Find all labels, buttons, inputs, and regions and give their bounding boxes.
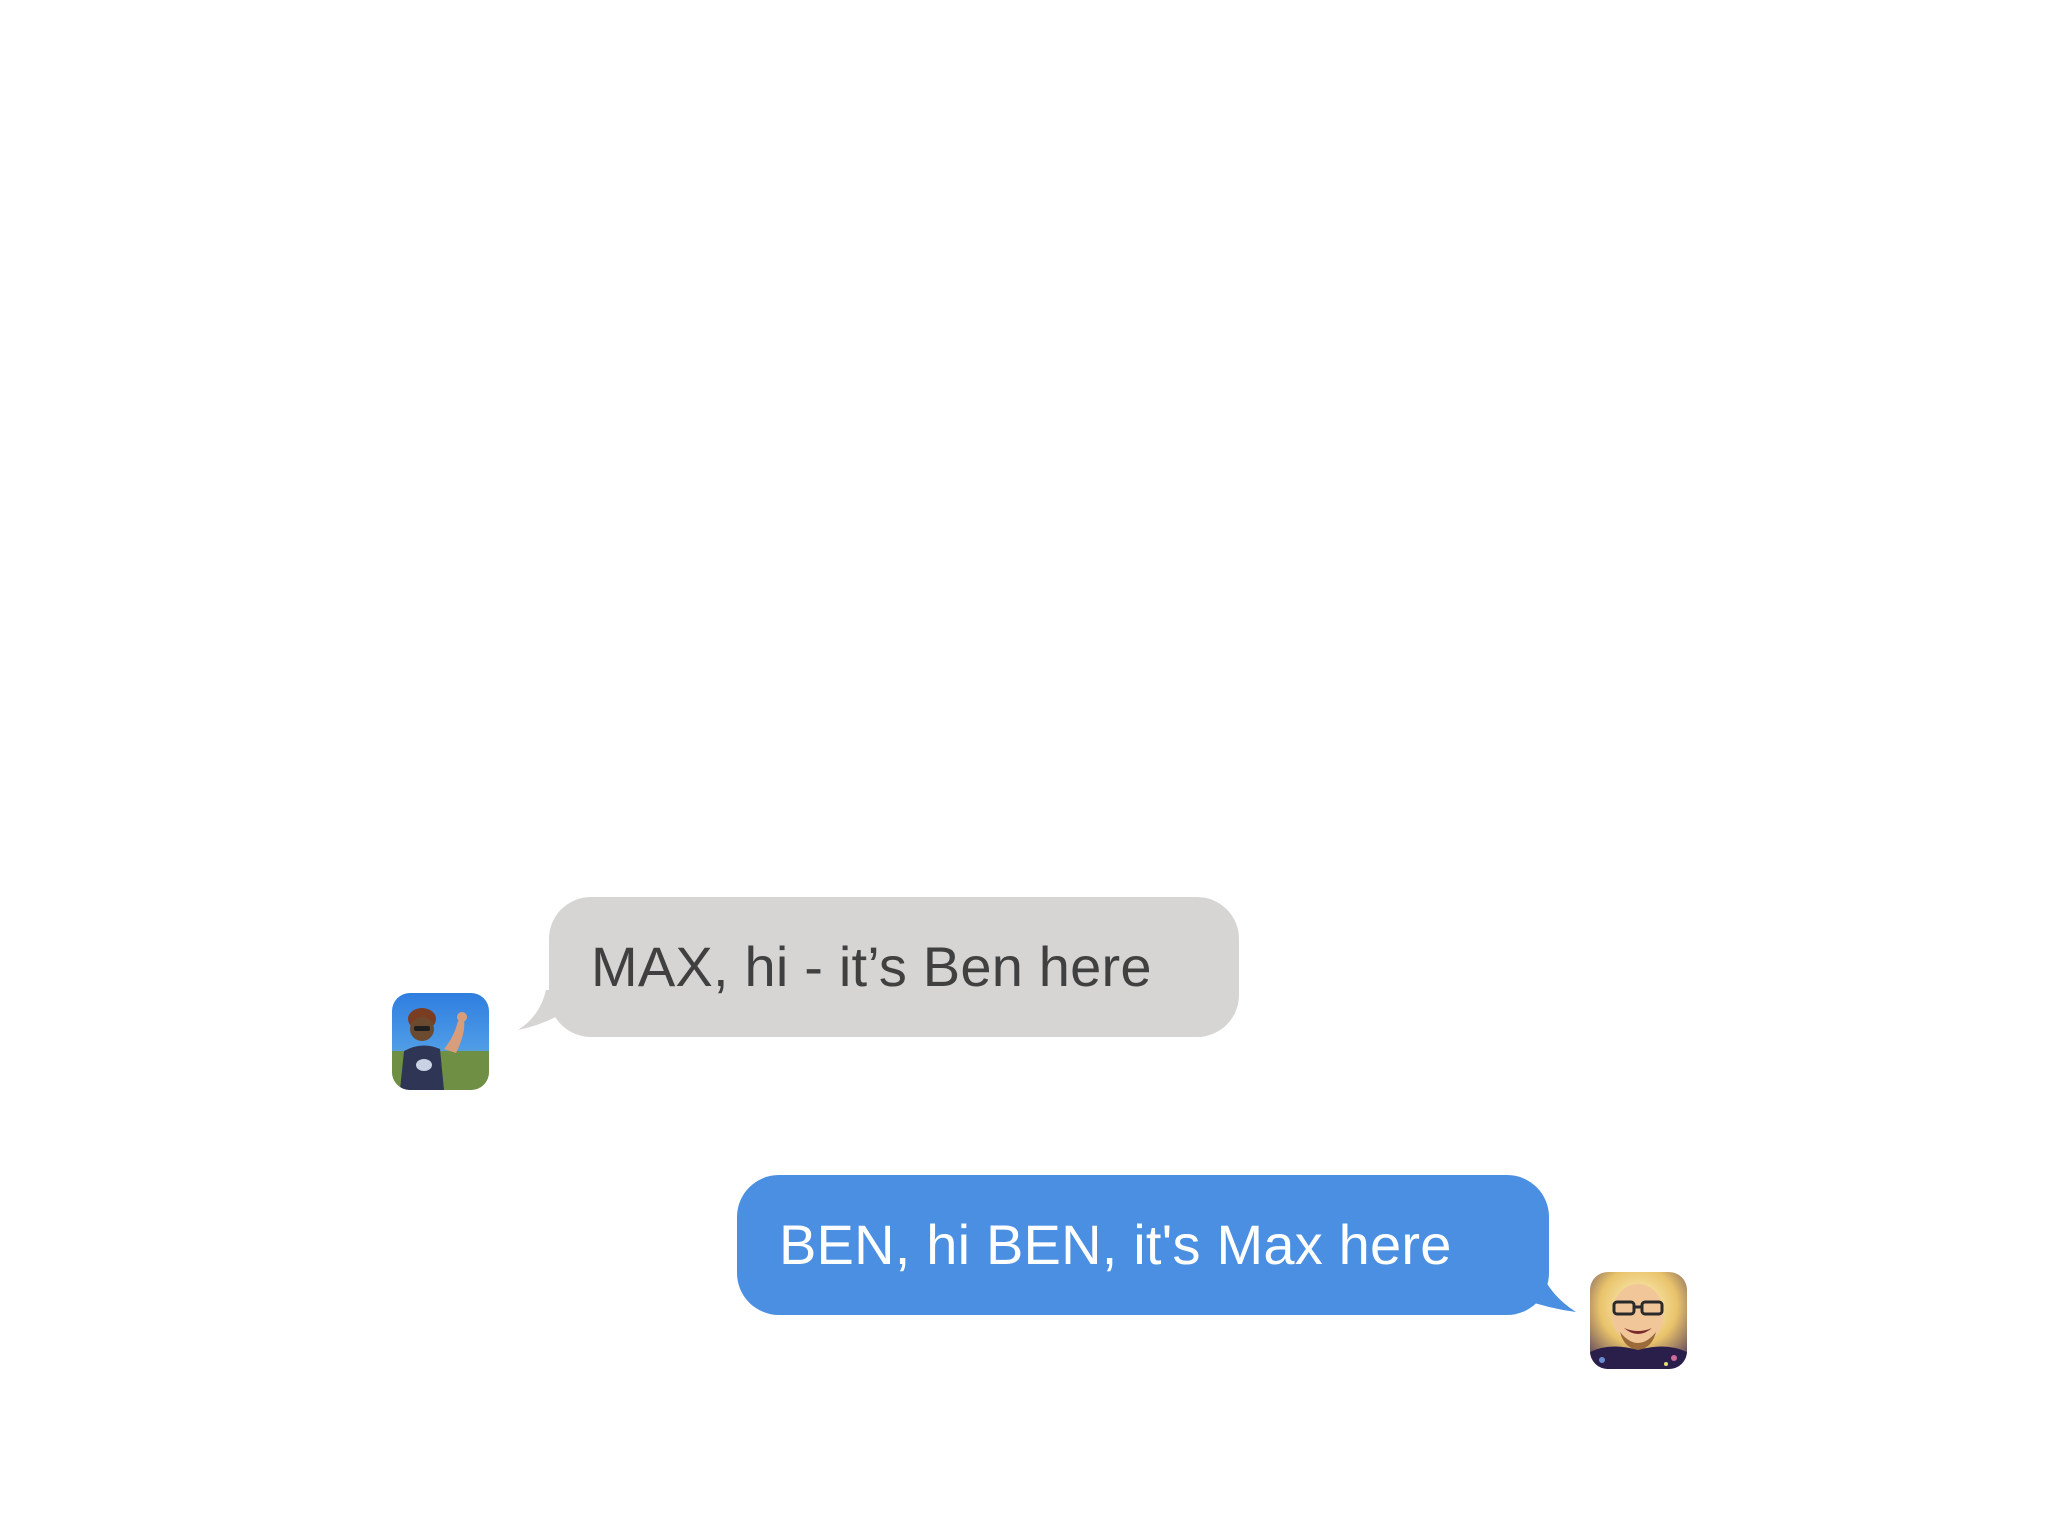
max-avatar[interactable]: [1590, 1272, 1687, 1369]
incoming-message-text: MAX, hi - it’s Ben here: [591, 935, 1152, 998]
outgoing-bubble-tail: [1520, 1268, 1576, 1312]
incoming-message-bubble[interactable]: MAX, hi - it’s Ben here: [549, 897, 1239, 1037]
message-thread: MAX, hi - it’s Ben here BEN, hi BEN, it'…: [0, 0, 2048, 1536]
outgoing-message-bubble[interactable]: BEN, hi BEN, it's Max here: [737, 1175, 1549, 1315]
outgoing-message-text: BEN, hi BEN, it's Max here: [779, 1213, 1452, 1276]
ben-avatar[interactable]: [392, 993, 489, 1090]
ben-avatar-photo-icon: [392, 993, 489, 1090]
max-avatar-photo-icon: [1590, 1272, 1687, 1369]
